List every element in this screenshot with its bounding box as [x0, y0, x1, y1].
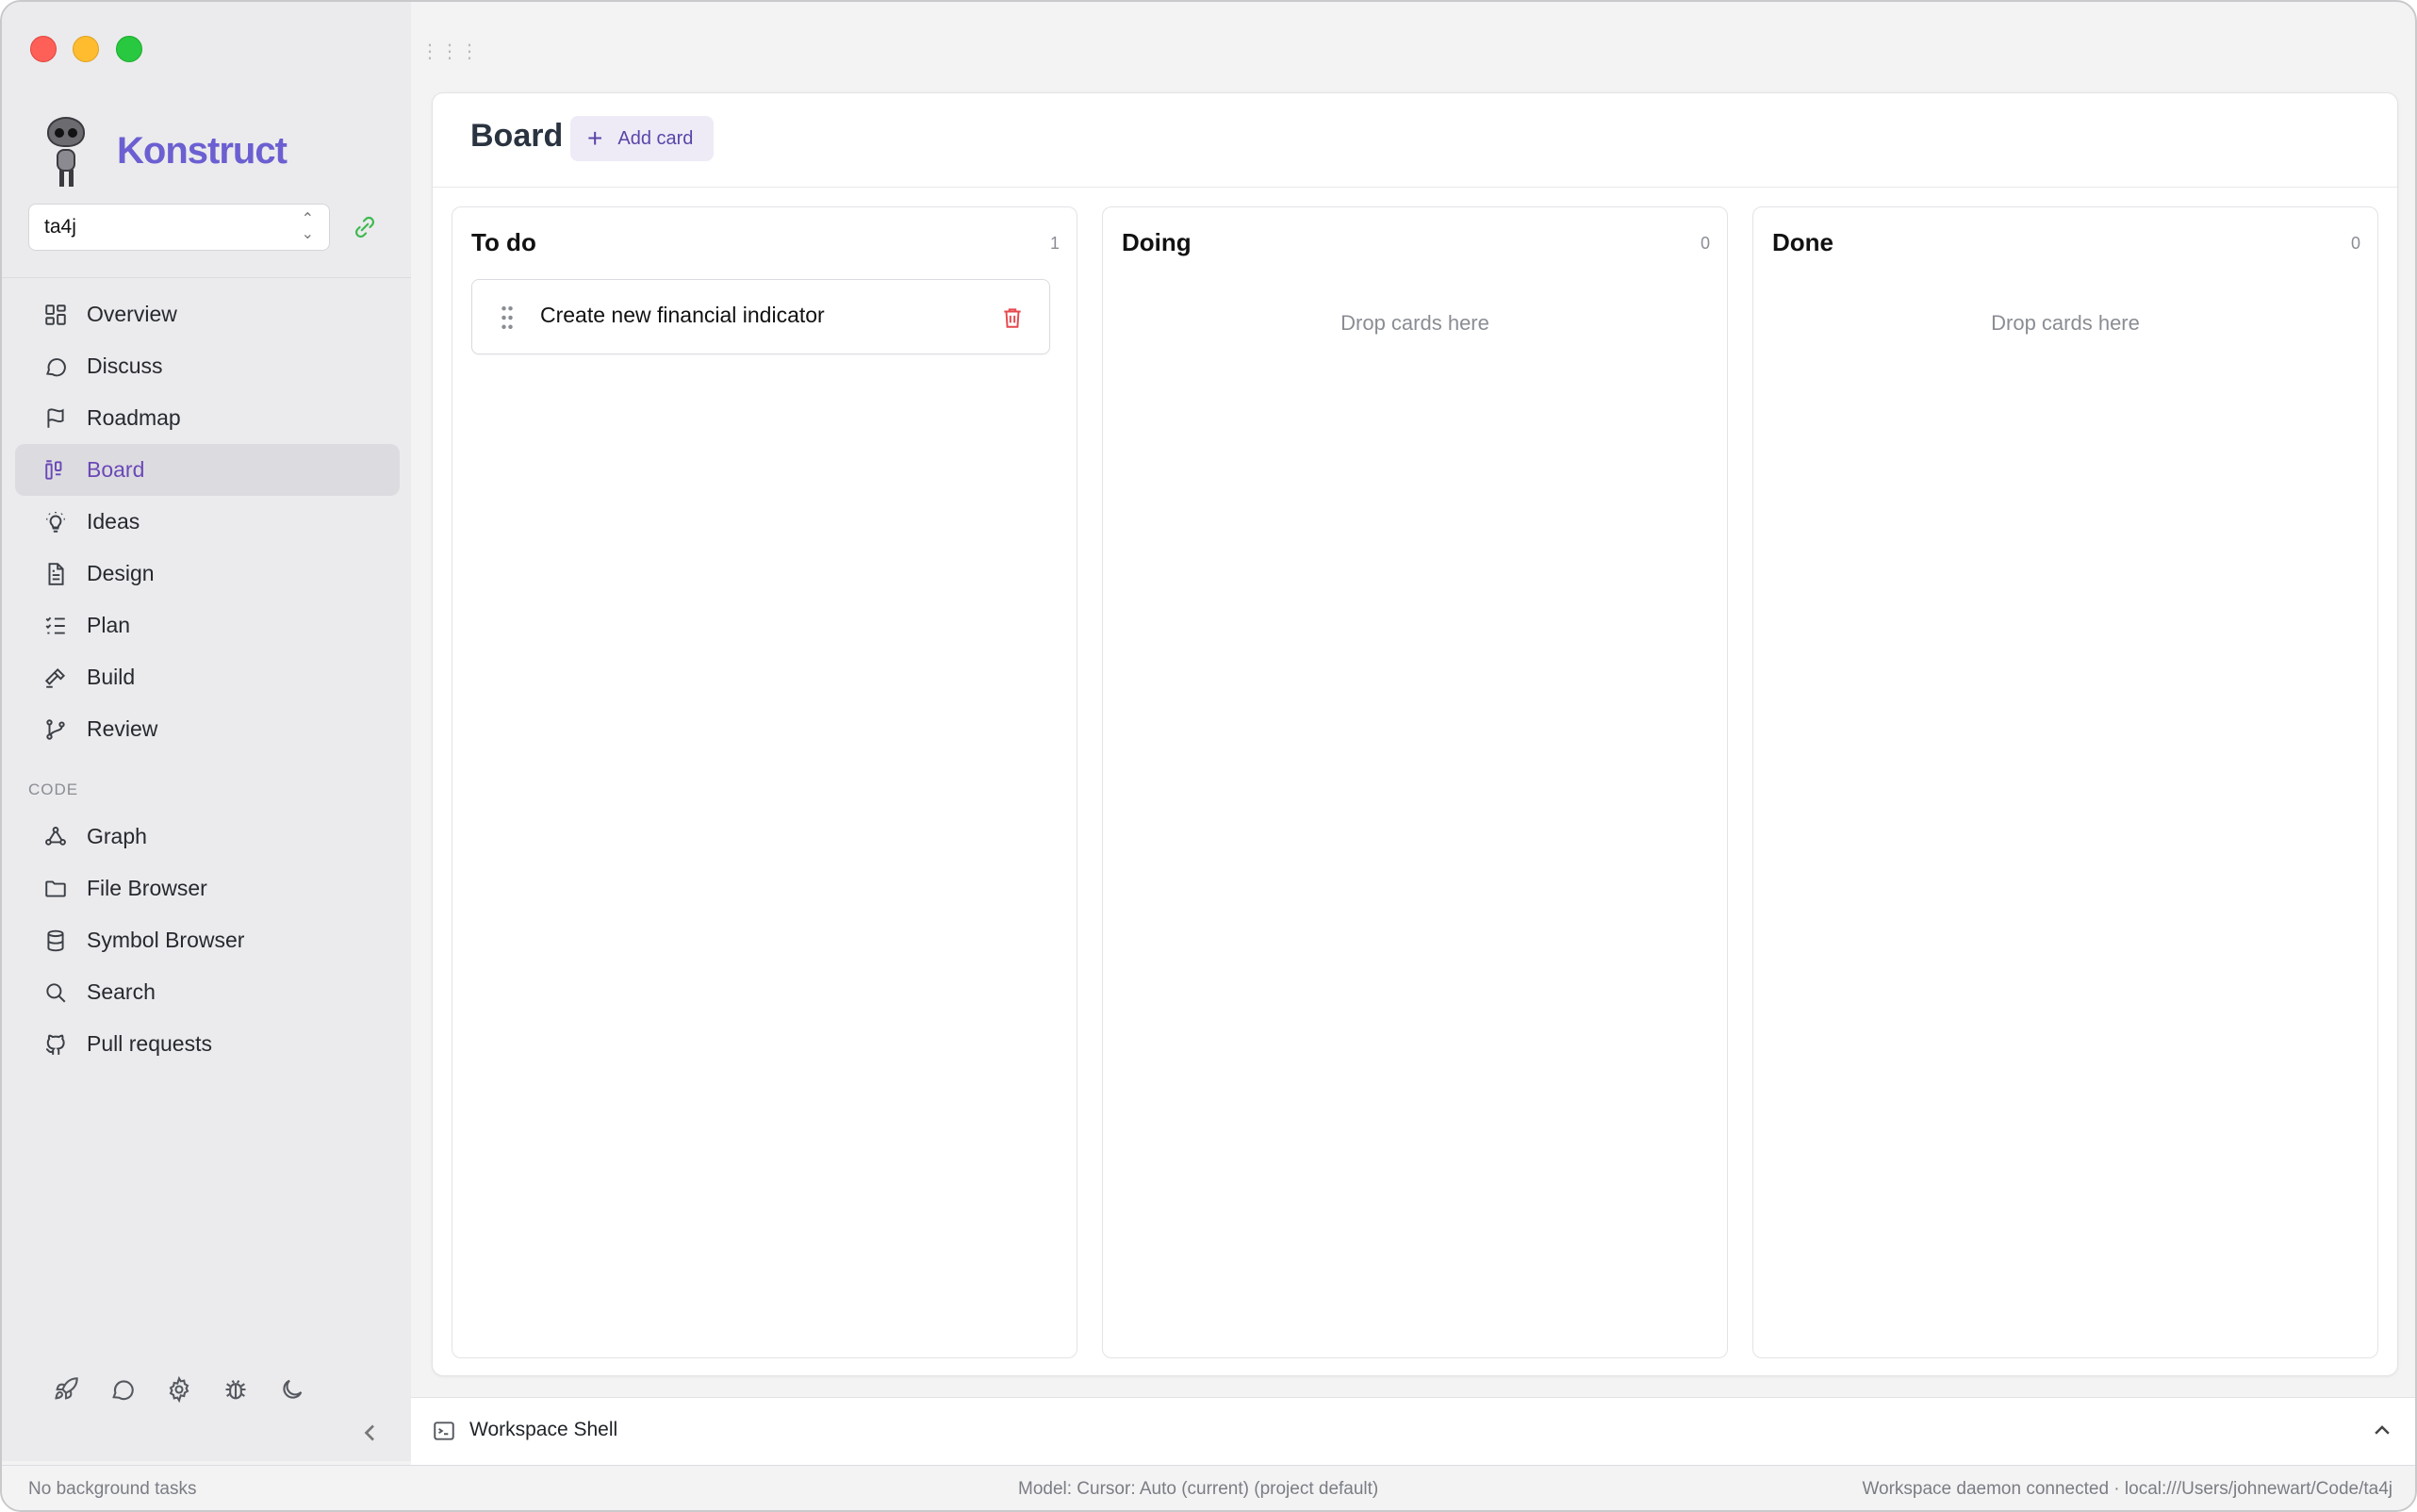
plus-icon: + — [587, 123, 603, 153]
chat-bubble-icon — [43, 354, 68, 379]
chevron-up-icon[interactable] — [2372, 1421, 2392, 1441]
drop-zone-hint[interactable]: Drop cards here — [1753, 311, 2377, 336]
app-name: Konstruct — [117, 129, 288, 172]
sidebar-item-discuss[interactable]: Discuss — [15, 340, 400, 392]
close-window-button[interactable] — [30, 36, 57, 62]
add-card-button[interactable]: + Add card — [570, 116, 715, 161]
terminal-icon — [434, 1422, 454, 1440]
sidebar-item-label: Graph — [87, 824, 147, 848]
database-icon — [43, 929, 68, 953]
board-column-doing: Doing 0 Drop cards here — [1102, 206, 1728, 1358]
column-title: Doing — [1122, 228, 1192, 256]
link-icon[interactable] — [353, 215, 377, 239]
sidebar-item-ideas[interactable]: Ideas — [15, 496, 400, 548]
sidebar-divider — [2, 277, 411, 278]
board-panel: Board + Add card To do 1 Create new fina… — [432, 92, 2398, 1376]
card-title: Create new financial indicator — [540, 303, 825, 327]
drag-grip-icon[interactable] — [501, 304, 514, 331]
collapse-sidebar-chevron-left-icon[interactable] — [362, 1422, 379, 1444]
column-count: 0 — [2350, 234, 2360, 253]
sidebar-item-review[interactable]: Review — [15, 703, 400, 755]
sidebar: Konstruct ta4j ⌃ ⌄ Overview Discuss Roadm… — [2, 2, 411, 1461]
code-section-label: CODE — [28, 781, 79, 798]
code-nav: Graph File Browser Symbol Browser Search… — [15, 811, 400, 1070]
sidebar-item-label: Symbol Browser — [87, 928, 245, 952]
sidebar-item-label: Discuss — [87, 353, 163, 378]
sidebar-item-label: Board — [87, 457, 145, 482]
board-column-done: Done 0 Drop cards here — [1752, 206, 2378, 1358]
sidebar-item-symbol-browser[interactable]: Symbol Browser — [15, 914, 400, 966]
sidebar-footer — [53, 1376, 305, 1403]
sidebar-item-pull-requests[interactable]: Pull requests — [15, 1018, 400, 1070]
model-status[interactable]: Model: Cursor: Auto (current) (project d… — [1018, 1479, 1378, 1500]
sidebar-item-file-browser[interactable]: File Browser — [15, 863, 400, 914]
sidebar-item-roadmap[interactable]: Roadmap — [15, 392, 400, 444]
sidebar-item-graph[interactable]: Graph — [15, 811, 400, 863]
grid-icon — [43, 303, 68, 327]
sidebar-item-label: Overview — [87, 302, 177, 326]
board-column-todo: To do 1 Create new financial indicator — [452, 206, 1077, 1358]
sidebar-item-label: Search — [87, 979, 156, 1004]
sidebar-item-search[interactable]: Search — [15, 966, 400, 1018]
sidebar-item-overview[interactable]: Overview — [15, 288, 400, 340]
lightbulb-icon — [43, 510, 68, 534]
chat-bubble-icon[interactable] — [109, 1376, 136, 1403]
sidebar-item-label: Pull requests — [87, 1031, 212, 1056]
zoom-window-button[interactable] — [116, 36, 142, 62]
graph-nodes-icon — [43, 825, 68, 849]
flag-icon — [43, 406, 68, 431]
project-selector-value: ta4j — [44, 216, 76, 238]
app-window: Konstruct ta4j ⌃ ⌄ Overview Discuss Roadm… — [0, 0, 2417, 1512]
drop-zone-hint[interactable]: Drop cards here — [1103, 311, 1727, 336]
sidebar-item-label: File Browser — [87, 876, 207, 900]
drag-handle-icon[interactable]: ⋮⋮⋮ — [420, 40, 480, 63]
board-card[interactable]: Create new financial indicator — [471, 279, 1050, 354]
rocket-icon[interactable] — [53, 1376, 79, 1403]
kanban-icon — [43, 458, 68, 483]
board-header: Board + Add card — [433, 93, 2397, 188]
background-tasks-status: No background tasks — [28, 1479, 197, 1499]
trash-icon[interactable] — [1000, 304, 1025, 331]
column-count: 0 — [1700, 234, 1710, 253]
folder-icon — [43, 877, 68, 901]
sidebar-item-label: Review — [87, 716, 158, 741]
github-icon — [43, 1032, 68, 1057]
page-title: Board — [470, 118, 564, 154]
add-card-label: Add card — [617, 127, 694, 149]
column-count: 1 — [1049, 234, 1060, 253]
daemon-status: Workspace daemon connected · local:///Us… — [1862, 1479, 2392, 1499]
sidebar-item-label: Ideas — [87, 509, 140, 534]
sidebar-item-label: Plan — [87, 613, 131, 637]
status-bar: No background tasks Model: Cursor: Auto … — [2, 1465, 2415, 1510]
project-selector[interactable]: ta4j ⌃ ⌄ — [28, 204, 330, 251]
primary-nav: Overview Discuss Roadmap Board Ideas Des… — [15, 288, 400, 755]
git-branch-icon — [43, 717, 68, 742]
sidebar-item-design[interactable]: Design — [15, 548, 400, 600]
chevron-up-down-icon: ⌃ ⌄ — [301, 211, 314, 242]
column-title: To do — [471, 228, 536, 256]
document-icon — [43, 562, 68, 586]
moon-icon[interactable] — [279, 1376, 305, 1403]
brand: Konstruct — [41, 113, 288, 189]
hammer-icon — [43, 666, 68, 690]
robot-logo-icon — [41, 113, 90, 189]
sidebar-item-label: Design — [87, 561, 155, 585]
workspace-shell-bar[interactable]: Workspace Shell — [411, 1397, 2415, 1465]
minimize-window-button[interactable] — [73, 36, 99, 62]
sidebar-item-label: Build — [87, 665, 136, 689]
gear-icon[interactable] — [166, 1376, 192, 1403]
bug-icon[interactable] — [222, 1376, 249, 1403]
sidebar-item-board[interactable]: Board — [15, 444, 400, 496]
sidebar-item-label: Roadmap — [87, 405, 181, 430]
checklist-icon — [43, 614, 68, 638]
search-icon — [43, 980, 68, 1005]
workspace-shell-label: Workspace Shell — [469, 1419, 618, 1440]
sidebar-item-build[interactable]: Build — [15, 651, 400, 703]
sidebar-item-plan[interactable]: Plan — [15, 600, 400, 651]
column-title: Done — [1772, 228, 1833, 256]
